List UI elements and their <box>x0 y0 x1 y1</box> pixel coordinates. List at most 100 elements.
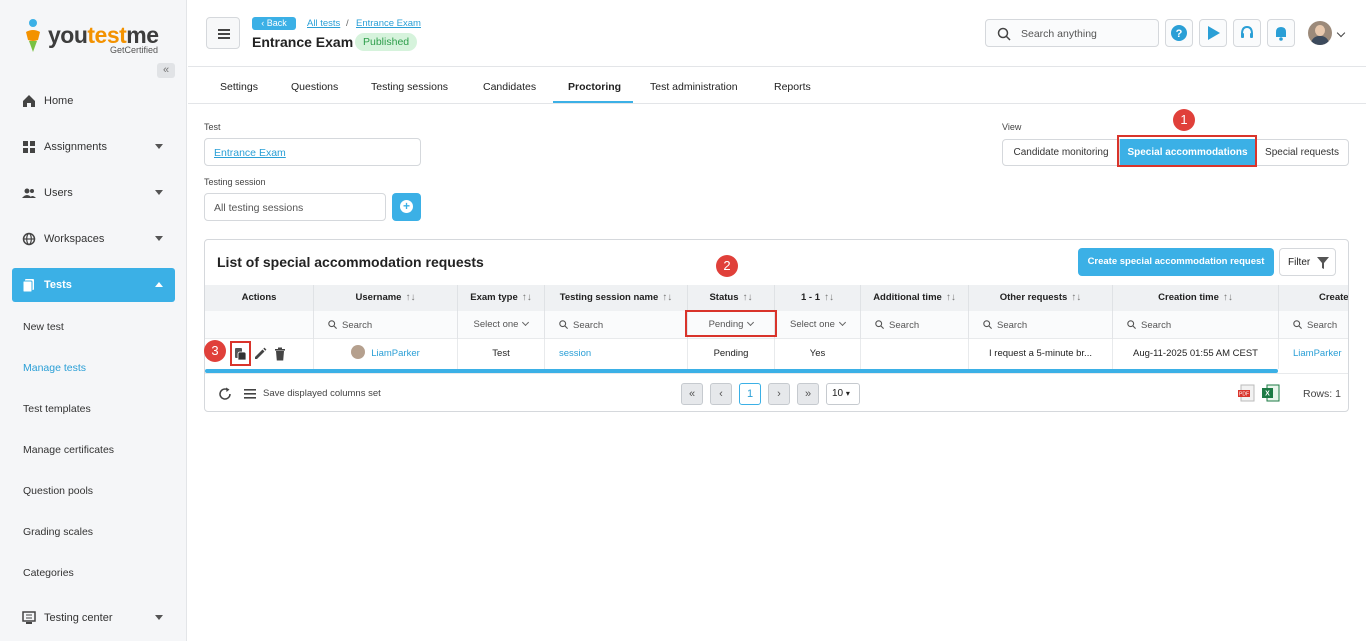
column-header-actions: Actions <box>205 285 314 311</box>
hamburger-menu-button[interactable] <box>206 17 240 49</box>
sidebar-item-label: Testing center <box>44 612 113 624</box>
logo[interactable]: youtestme GetCertified <box>24 16 164 56</box>
filter-button[interactable]: Filter <box>1279 248 1336 276</box>
sidebar-subitem-manage-tests[interactable]: Manage tests <box>23 362 86 374</box>
export-excel-icon[interactable]: X <box>1262 384 1280 402</box>
chevron-down-icon <box>155 190 163 195</box>
tab-settings[interactable]: Settings <box>220 81 258 93</box>
tab-test-administration[interactable]: Test administration <box>650 81 738 93</box>
test-value[interactable]: Entrance Exam <box>214 147 286 159</box>
sidebar-item-testing-center[interactable]: Testing center <box>12 601 175 635</box>
other-requests-search-input[interactable]: Search <box>969 311 1113 339</box>
current-page-button[interactable]: 1 <box>739 383 761 405</box>
sort-icon: ↑↓ <box>945 292 956 303</box>
sidebar-item-label: Home <box>44 95 74 107</box>
view-candidate-monitoring-button[interactable]: Candidate monitoring <box>1002 139 1120 166</box>
row-created-by-link[interactable]: LiamParker <box>1279 339 1348 369</box>
session-search-input[interactable]: Search <box>545 311 688 339</box>
sidebar-subitem-categories[interactable]: Categories <box>23 567 74 579</box>
rows-count: Rows: 1 <box>1303 388 1341 400</box>
bell-icon <box>1276 27 1286 41</box>
username-search-input[interactable]: Search <box>314 311 458 339</box>
save-columns-link[interactable]: Save displayed columns set <box>263 388 381 399</box>
sidebar-subitem-grading-scales[interactable]: Grading scales <box>23 526 93 538</box>
support-button[interactable] <box>1233 19 1261 47</box>
column-header-other-requests[interactable]: Other requests ↑↓ <box>969 285 1113 311</box>
sidebar-subitem-question-pools[interactable]: Question pools <box>23 485 93 497</box>
collapse-sidebar-button[interactable]: « <box>157 63 175 78</box>
table-header: Actions Username ↑↓ Exam type ↑↓ Testing s… <box>205 285 1348 311</box>
breadcrumb-entrance-exam[interactable]: Entrance Exam <box>356 18 421 29</box>
user-avatar[interactable] <box>1308 21 1332 45</box>
notifications-button[interactable] <box>1267 19 1295 47</box>
filter-cell-actions <box>205 311 314 339</box>
previous-page-button[interactable]: ‹ <box>710 383 732 405</box>
row-session-link[interactable]: session <box>545 339 688 369</box>
row-one-to-one: Yes <box>775 339 861 369</box>
chevron-up-icon <box>155 282 163 287</box>
column-header-exam-type[interactable]: Exam type ↑↓ <box>458 285 545 311</box>
help-icon: ? <box>1171 25 1187 41</box>
testing-session-field[interactable]: All testing sessions <box>204 193 386 221</box>
sort-icon: ↑↓ <box>521 292 532 303</box>
tab-reports[interactable]: Reports <box>774 81 811 93</box>
column-header-username[interactable]: Username ↑↓ <box>314 285 458 311</box>
sidebar-item-workspaces[interactable]: Workspaces <box>12 222 175 256</box>
test-field[interactable]: Entrance Exam <box>204 138 421 166</box>
play-button[interactable] <box>1199 19 1227 47</box>
avatar-face <box>1315 25 1325 36</box>
column-header-created-by[interactable]: Create <box>1279 285 1348 311</box>
add-session-button[interactable]: + <box>392 193 421 221</box>
tab-testing-sessions[interactable]: Testing sessions <box>371 81 448 93</box>
one-to-one-select[interactable]: Select one <box>775 311 861 339</box>
created-by-search-input[interactable]: Search <box>1279 311 1348 339</box>
help-button[interactable]: ? <box>1165 19 1193 47</box>
sidebar-subitem-manage-certificates[interactable]: Manage certificates <box>23 444 114 456</box>
columns-icon[interactable] <box>244 388 256 400</box>
back-button[interactable]: ‹ Back <box>252 17 296 30</box>
chevron-down-icon <box>522 318 530 327</box>
row-username[interactable]: LiamParker <box>314 339 458 369</box>
logo-tagline: GetCertified <box>110 45 159 55</box>
first-page-button[interactable]: « <box>681 383 703 405</box>
test-tabs: Settings Questions Testing sessions Cand… <box>188 67 1366 104</box>
chevron-down-icon <box>838 318 846 327</box>
chevron-down-icon[interactable] <box>1336 28 1346 38</box>
sidebar-item-users[interactable]: Users <box>12 176 175 210</box>
page-title: Entrance Exam <box>252 34 354 50</box>
tab-proctoring[interactable]: Proctoring <box>568 81 621 93</box>
sidebar-subitem-test-templates[interactable]: Test templates <box>23 403 91 415</box>
page-size-select[interactable]: 10 ▾ <box>826 383 860 405</box>
sidebar-item-label: Assignments <box>44 141 107 153</box>
highlight-box <box>230 341 251 366</box>
column-header-testing-session-name[interactable]: Testing session name ↑↓ <box>545 285 688 311</box>
sidebar: youtestme GetCertified « Home Assignment… <box>0 0 187 641</box>
trash-icon[interactable] <box>274 347 286 361</box>
global-search-input[interactable]: Search anything <box>985 19 1159 47</box>
sidebar-item-tests[interactable]: Tests <box>12 268 175 302</box>
chevron-down-icon <box>155 144 163 149</box>
export-pdf-icon[interactable]: PDF <box>1238 384 1256 402</box>
exam-type-select[interactable]: Select one <box>458 311 545 339</box>
create-special-accommodation-button[interactable]: Create special accommodation request <box>1078 248 1274 276</box>
tab-candidates[interactable]: Candidates <box>483 81 536 93</box>
column-header-additional-time[interactable]: Additional time ↑↓ <box>861 285 969 311</box>
creation-time-search-input[interactable]: Search <box>1113 311 1279 339</box>
refresh-icon[interactable] <box>218 387 232 401</box>
column-header-status[interactable]: Status ↑↓ <box>688 285 775 311</box>
view-special-requests-button[interactable]: Special requests <box>1255 139 1349 166</box>
hamburger-line <box>218 37 230 39</box>
sidebar-item-assignments[interactable]: Assignments <box>12 130 175 164</box>
edit-icon[interactable] <box>253 347 267 361</box>
sidebar-subitem-new-test[interactable]: New test <box>23 321 64 333</box>
column-header-one-to-one[interactable]: 1 - 1 ↑↓ <box>775 285 861 311</box>
tab-questions[interactable]: Questions <box>291 81 338 93</box>
breadcrumb-all-tests[interactable]: All tests <box>307 18 340 29</box>
search-icon <box>875 320 884 329</box>
sidebar-item-home[interactable]: Home <box>12 84 175 118</box>
last-page-button[interactable]: » <box>797 383 819 405</box>
column-header-creation-time[interactable]: Creation time ↑↓ <box>1113 285 1279 311</box>
next-page-button[interactable]: › <box>768 383 790 405</box>
users-icon <box>22 188 36 198</box>
additional-time-search-input[interactable]: Search <box>861 311 969 339</box>
